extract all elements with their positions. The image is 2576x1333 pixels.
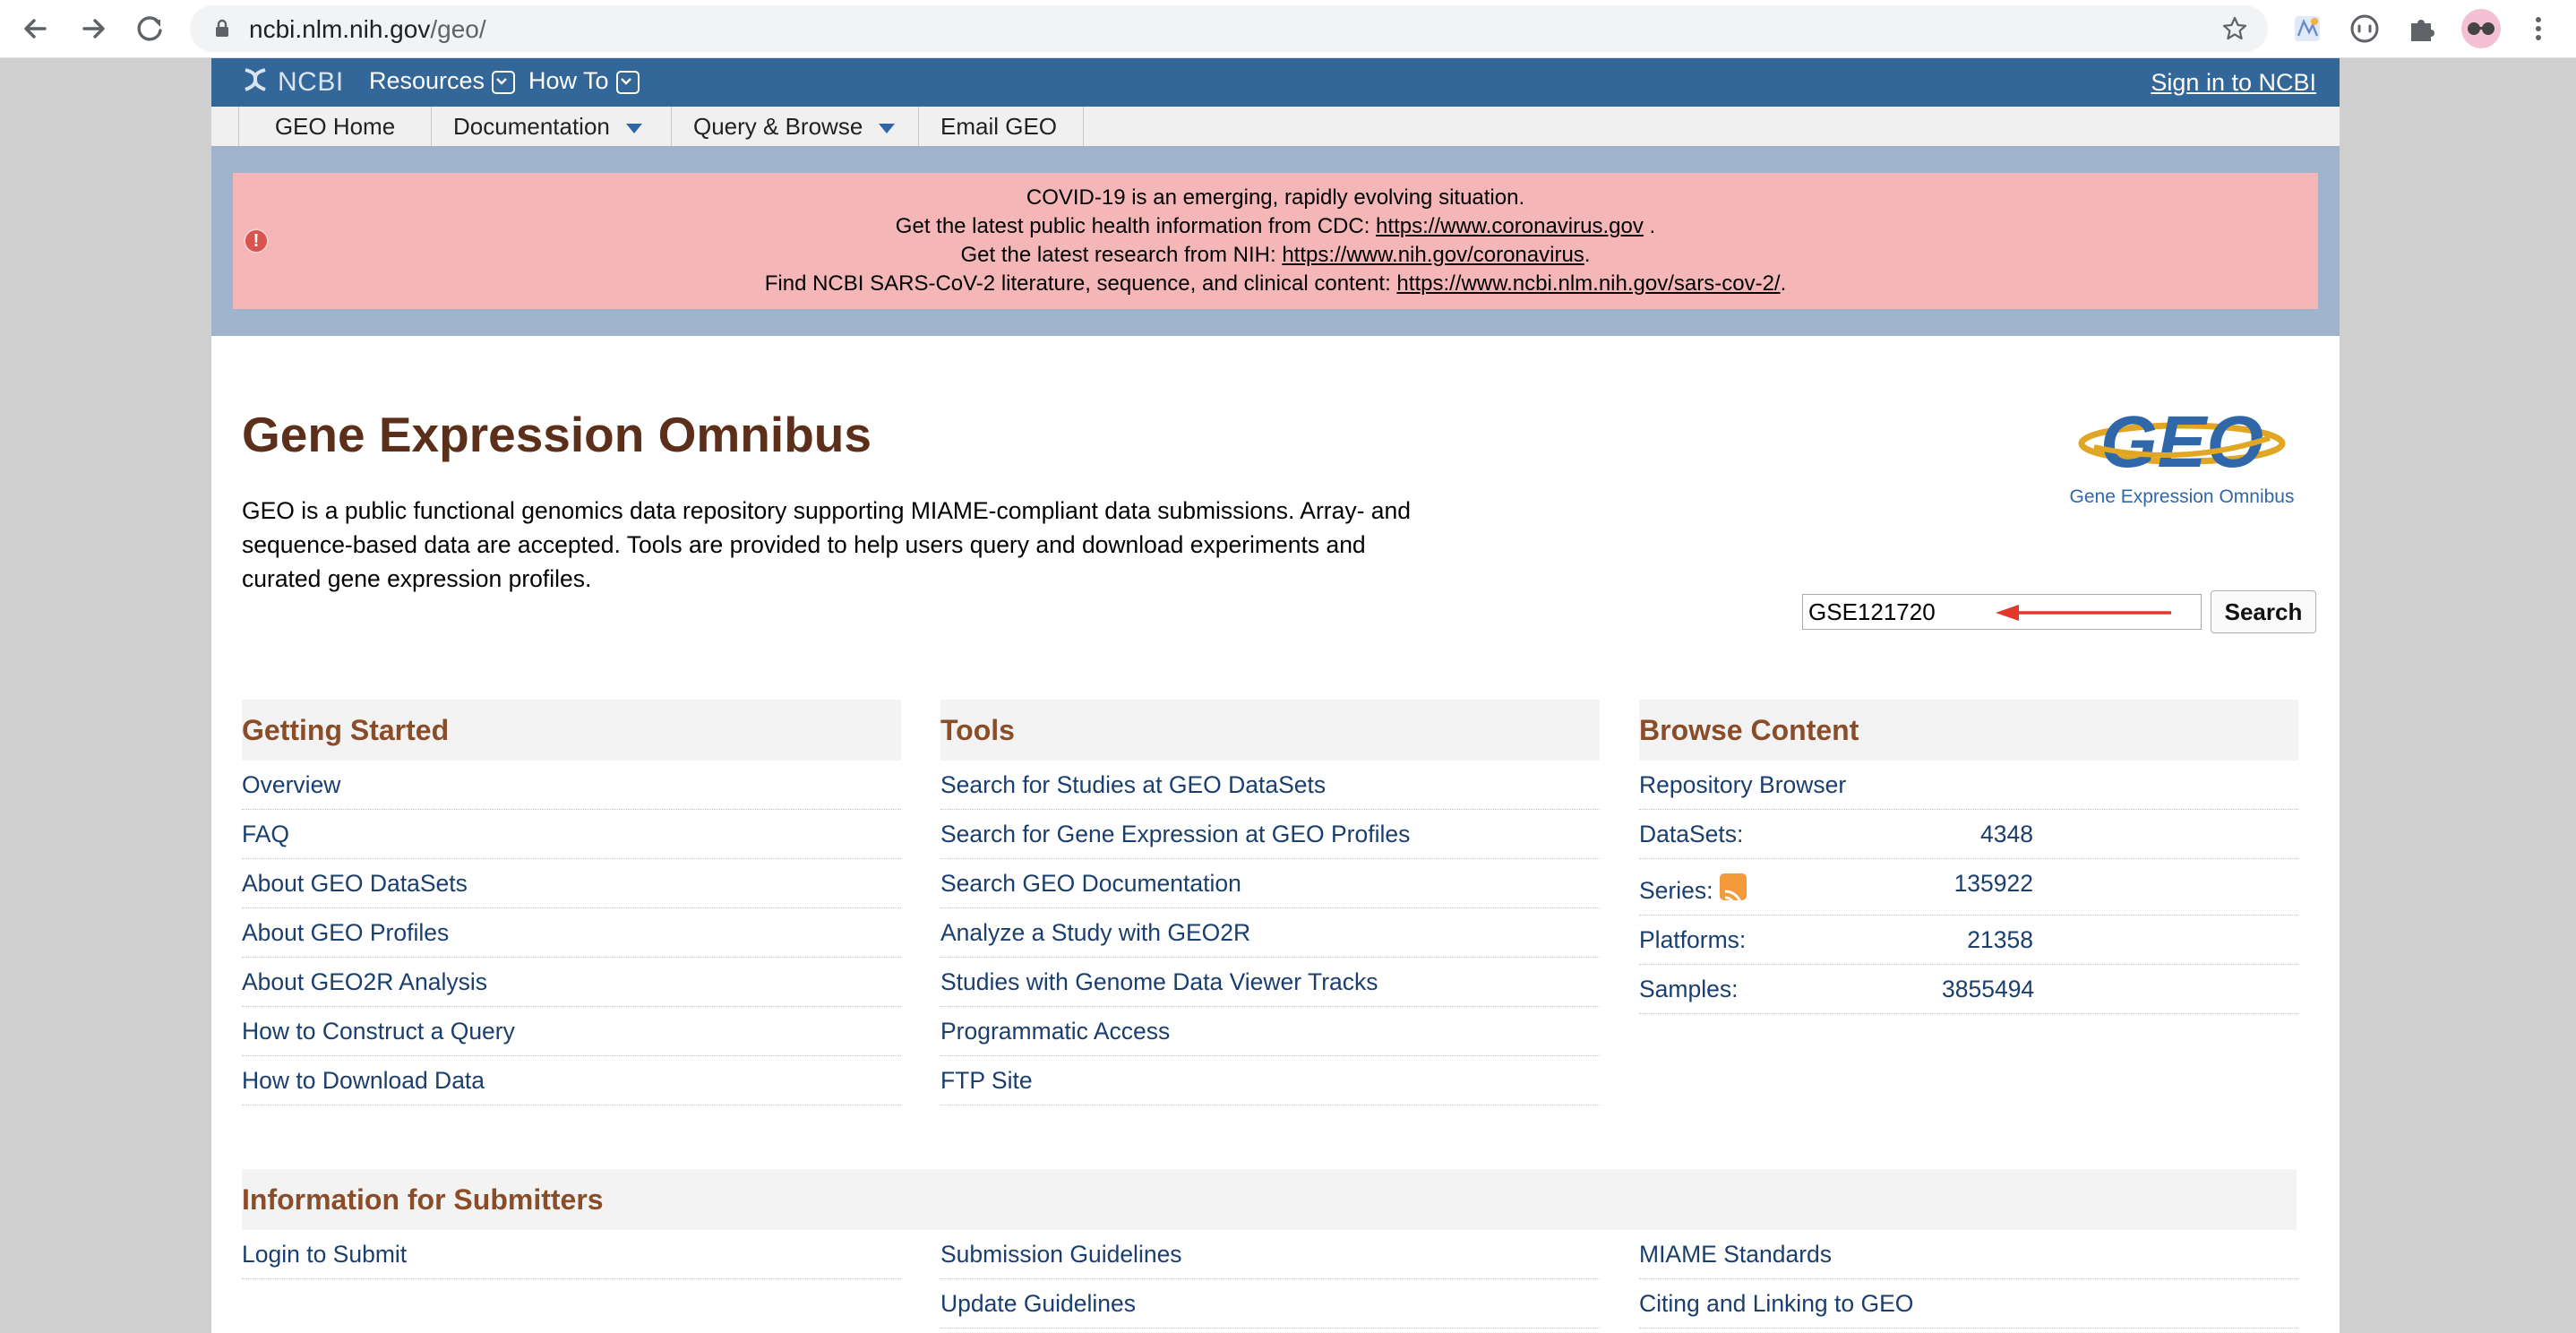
- link-analyze-geo2r[interactable]: Analyze a Study with GEO2R: [940, 908, 1600, 958]
- nav-query-browse[interactable]: Query & Browse: [672, 107, 919, 146]
- link-search-studies[interactable]: Search for Studies at GEO DataSets: [940, 761, 1600, 810]
- tools-section: Tools Search for Studies at GEO DataSets…: [940, 700, 1600, 1105]
- link-faq[interactable]: FAQ: [242, 810, 901, 859]
- exclamation-icon: !: [244, 228, 269, 254]
- link-submission-guidelines[interactable]: Submission Guidelines: [940, 1230, 1600, 1279]
- url-text: ncbi.nlm.nih.gov/geo/: [249, 15, 486, 43]
- stat-value: 4348: [1980, 821, 2033, 847]
- alert-line-1: COVID-19 is an emerging, rapidly evolvin…: [1026, 185, 1525, 210]
- rss-feed-icon[interactable]: [1720, 873, 1747, 908]
- dropdown-triangle-icon: [879, 123, 896, 133]
- stat-value: 21358: [1967, 926, 2033, 953]
- link-citing-geo[interactable]: Citing and Linking to GEO: [1639, 1279, 2298, 1329]
- geo-logo[interactable]: GEO Gene Expression Omnibus: [2062, 404, 2304, 512]
- alert-line-2: Get the latest public health information…: [895, 214, 1656, 238]
- link-about-geo-datasets[interactable]: About GEO DataSets: [242, 859, 901, 908]
- covid-alert: ! COVID-19 is an emerging, rapidly evolv…: [233, 173, 2318, 309]
- how-to-menu[interactable]: How To: [528, 67, 640, 95]
- ncbi-header-bar: NCBI Resources How To Sign in to NCBI: [211, 58, 2340, 107]
- link-miame-standards[interactable]: MIAME Standards: [1639, 1230, 2298, 1279]
- stat-series[interactable]: Series: 135922: [1639, 859, 2298, 916]
- stat-samples[interactable]: Samples: 3855494: [1639, 965, 2298, 1014]
- alert-banner-wrapper: ! COVID-19 is an emerging, rapidly evolv…: [211, 146, 2340, 336]
- submitters-heading: Information for Submitters: [242, 1169, 2297, 1230]
- address-bar[interactable]: ncbi.nlm.nih.gov/geo/: [190, 5, 2268, 52]
- page-content: NCBI Resources How To Sign in to NCBI GE…: [211, 58, 2340, 1333]
- nav-documentation[interactable]: Documentation: [432, 107, 672, 146]
- extension-circle-icon[interactable]: [2347, 11, 2383, 47]
- link-programmatic-access[interactable]: Programmatic Access: [940, 1007, 1600, 1056]
- nih-link[interactable]: https://www.nih.gov/coronavirus: [1282, 243, 1584, 267]
- bookmark-star-icon[interactable]: [2221, 15, 2248, 42]
- profile-avatar[interactable]: [2461, 9, 2501, 48]
- link-update-guidelines[interactable]: Update Guidelines: [940, 1279, 1600, 1329]
- reload-icon[interactable]: [131, 9, 170, 48]
- forward-arrow-icon[interactable]: [73, 9, 113, 48]
- link-about-geo-profiles[interactable]: About GEO Profiles: [242, 908, 901, 958]
- stat-platforms[interactable]: Platforms: 21358: [1639, 916, 2298, 965]
- lock-icon: [216, 19, 228, 37]
- stat-value: 135922: [1953, 870, 2033, 897]
- alert-line-4: Find NCBI SARS-CoV-2 literature, sequenc…: [764, 271, 1787, 296]
- browser-toolbar: ncbi.nlm.nih.gov/geo/: [0, 0, 2576, 58]
- dropdown-triangle-icon: [625, 123, 642, 133]
- tools-heading: Tools: [940, 700, 1600, 761]
- alert-line-3: Get the latest research from NIH: https:…: [960, 243, 1591, 267]
- browse-content-heading: Browse Content: [1639, 700, 2298, 761]
- browser-menu-icon[interactable]: [2520, 11, 2556, 47]
- link-overview[interactable]: Overview: [242, 761, 901, 810]
- extension-map-icon[interactable]: [2289, 11, 2325, 47]
- profile-glasses-icon: [2468, 22, 2494, 35]
- cdc-link[interactable]: https://www.coronavirus.gov: [1376, 214, 1644, 238]
- search-button[interactable]: Search: [2211, 590, 2316, 633]
- nav-geo-home[interactable]: GEO Home: [238, 107, 432, 146]
- stat-value: 3855494: [1942, 976, 2035, 1002]
- stat-datasets[interactable]: DataSets: 4348: [1639, 810, 2298, 859]
- chevron-down-icon: [615, 70, 640, 94]
- page-title: Gene Expression Omnibus: [242, 407, 872, 462]
- nav-email-geo[interactable]: Email GEO: [919, 107, 1084, 146]
- link-login-to-submit[interactable]: Login to Submit: [242, 1230, 901, 1279]
- link-download-data[interactable]: How to Download Data: [242, 1056, 901, 1105]
- ncbi-logo[interactable]: NCBI: [240, 65, 344, 99]
- link-ftp-site[interactable]: FTP Site: [940, 1056, 1600, 1105]
- svg-text:GEO: GEO: [2100, 404, 2263, 483]
- svg-text:Gene Expression Omnibus: Gene Expression Omnibus: [2070, 486, 2295, 507]
- ncbi-helix-icon: [245, 68, 266, 91]
- link-repository-browser[interactable]: Repository Browser: [1639, 761, 2298, 810]
- sars-cov-2-link[interactable]: https://www.ncbi.nlm.nih.gov/sars-cov-2/: [1396, 271, 1780, 296]
- getting-started-heading: Getting Started: [242, 700, 901, 761]
- submitters-col-1: Login to Submit: [242, 1230, 901, 1279]
- link-genome-data-viewer[interactable]: Studies with Genome Data Viewer Tracks: [940, 958, 1600, 1007]
- search-input[interactable]: [1802, 594, 2202, 630]
- sign-in-link[interactable]: Sign in to NCBI: [2151, 69, 2316, 97]
- intro-text: GEO is a public functional genomics data…: [242, 497, 1411, 592]
- link-search-documentation[interactable]: Search GEO Documentation: [940, 859, 1600, 908]
- back-arrow-icon[interactable]: [16, 9, 56, 48]
- link-about-geo2r-analysis[interactable]: About GEO2R Analysis: [242, 958, 901, 1007]
- chevron-down-icon: [492, 70, 516, 94]
- geo-nav-bar: GEO Home Documentation Query & Browse Em…: [211, 107, 2340, 147]
- submitters-col-2: Submission Guidelines Update Guidelines: [940, 1230, 1600, 1329]
- getting-started-section: Getting Started Overview FAQ About GEO D…: [242, 700, 901, 1105]
- extensions-puzzle-icon[interactable]: [2404, 11, 2440, 47]
- resources-menu[interactable]: Resources: [369, 67, 516, 95]
- browse-content-section: Browse Content Repository Browser DataSe…: [1639, 700, 2298, 1014]
- submitters-col-3: MIAME Standards Citing and Linking to GE…: [1639, 1230, 2298, 1329]
- link-construct-query[interactable]: How to Construct a Query: [242, 1007, 901, 1056]
- link-search-gene-expression[interactable]: Search for Gene Expression at GEO Profil…: [940, 810, 1600, 859]
